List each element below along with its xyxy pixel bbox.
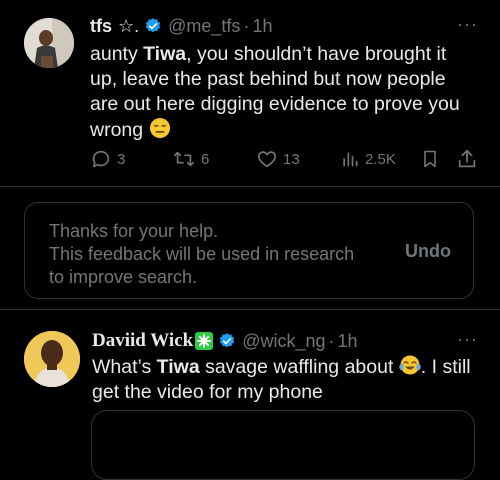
tweet-time[interactable]: 1h xyxy=(252,14,272,38)
tweet-header: Daviid Wick @wick_ng · 1h xyxy=(92,329,358,353)
tweet-text-part: aunty xyxy=(90,43,144,65)
views-button[interactable]: 2.5K xyxy=(340,147,396,171)
tweet-text: aunty Tiwa, you shouldn’t have brought i… xyxy=(90,42,475,143)
reply-button[interactable]: 3 xyxy=(90,147,125,171)
author-name[interactable]: Daviid Wick xyxy=(92,329,193,353)
tweet-text: What’s Tiwa savage waffling about . I st… xyxy=(92,354,480,405)
feedback-line-3: to improve search. xyxy=(49,267,198,287)
share-icon xyxy=(458,149,476,168)
tears-of-joy-emoji-icon xyxy=(399,355,421,375)
media-preview[interactable] xyxy=(91,410,475,480)
tweet-text-part: What’s xyxy=(92,356,157,378)
author-handle[interactable]: @me_tfs xyxy=(168,14,240,38)
separator-dot: · xyxy=(243,16,250,36)
share-button[interactable] xyxy=(456,147,478,171)
sparkle-emoji-icon xyxy=(195,332,214,350)
author-handle[interactable]: @wick_ng xyxy=(242,329,325,353)
views-icon xyxy=(343,152,358,167)
avatar-wick[interactable] xyxy=(24,331,80,387)
undo-button[interactable]: Undo xyxy=(405,241,451,262)
retweet-icon xyxy=(174,151,194,167)
search-feedback-notice: Thanks for your help. This feedback will… xyxy=(24,202,474,299)
author-name[interactable]: tfs xyxy=(90,14,112,38)
bookmark-button[interactable] xyxy=(420,147,440,171)
feedback-line-1: Thanks for your help. xyxy=(49,221,219,241)
bookmark-icon xyxy=(424,150,436,168)
like-icon xyxy=(257,151,277,168)
verified-badge-icon xyxy=(146,18,161,33)
feedback-line-2: This feedback will be used in research xyxy=(49,244,355,264)
separator-dot: · xyxy=(328,331,335,351)
tweet-actions: 3 6 13 2.5K xyxy=(90,147,480,171)
like-button[interactable]: 13 xyxy=(256,147,300,171)
avatar-image xyxy=(24,331,80,387)
reply-count: 3 xyxy=(117,150,126,168)
tweet-text-highlight: Tiwa xyxy=(143,43,187,65)
tweet-time[interactable]: 1h xyxy=(338,329,358,353)
retweet-count: 6 xyxy=(201,150,210,168)
tweet-header: tfs ☆. @me_tfs · 1h xyxy=(90,14,272,38)
verified-badge-icon xyxy=(220,333,235,348)
like-count: 13 xyxy=(283,150,300,168)
avatar-image xyxy=(24,18,74,68)
reply-icon xyxy=(92,150,110,168)
avatar-tfs[interactable] xyxy=(24,18,74,68)
view-count: 2.5K xyxy=(365,150,396,168)
more-icon[interactable]: ··· xyxy=(457,329,478,350)
tweet-1[interactable]: tfs ☆. @me_tfs · 1h ··· aunty Tiwa, you … xyxy=(0,0,500,186)
expressionless-face-emoji-icon xyxy=(149,118,170,138)
tweet-text-highlight: Tiwa xyxy=(156,356,200,378)
tweet-text-part: savage waffling about xyxy=(199,356,399,378)
retweet-button[interactable]: 6 xyxy=(172,147,209,171)
author-name-decoration: ☆. xyxy=(118,16,140,36)
divider xyxy=(0,186,500,187)
feedback-message: Thanks for your help. This feedback will… xyxy=(49,220,354,289)
more-icon[interactable]: ··· xyxy=(457,14,478,35)
